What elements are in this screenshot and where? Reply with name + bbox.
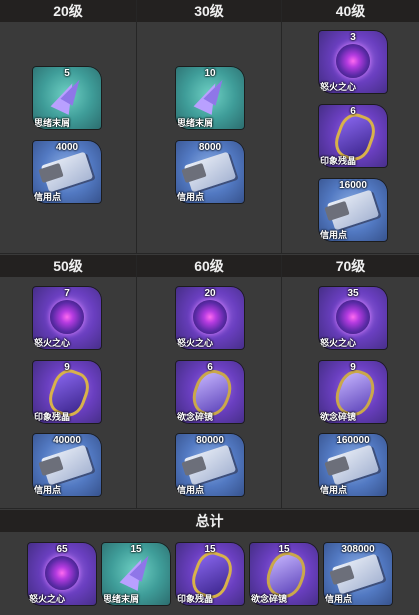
level-header-20: 20级 [0, 0, 136, 22]
orb-icon [193, 300, 227, 334]
item-heart-of-rage: 35 怒火之心 [318, 286, 388, 350]
item-credits: 40000 信用点 [32, 433, 102, 497]
level-header-50: 50级 [0, 255, 136, 277]
upgrade-materials-panel: { "levels": [ {"label":"20级","items":[{"… [0, 0, 419, 615]
orb-icon [45, 556, 79, 590]
item-impression-crystal: 6 印象残晶 [318, 104, 388, 168]
total-item-impression-crystal: 15 印象残晶 [175, 542, 245, 606]
item-credits: 80000 信用点 [175, 433, 245, 497]
item-credits: 160000 信用点 [318, 433, 388, 497]
item-credits: 8000 信用点 [175, 140, 245, 204]
item-heart-of-rage: 3 怒火之心 [318, 30, 388, 94]
total-item-thought-fragment: 15 思绪末屑 [101, 542, 171, 606]
orb-icon [336, 300, 370, 334]
level-header-40: 40级 [282, 0, 419, 22]
item-heart-of-rage: 7 怒火之心 [32, 286, 102, 350]
level-header-70: 70级 [282, 255, 419, 277]
item-thought-fragment: 10 思绪末屑 [175, 66, 245, 130]
item-impression-crystal: 9 印象残晶 [32, 360, 102, 424]
total-header: 总计 [0, 510, 419, 532]
orb-icon [336, 44, 370, 78]
item-desire-mirror: 6 欲念碎镜 [175, 360, 245, 424]
item-credits: 16000 信用点 [318, 178, 388, 242]
level-header-60: 60级 [137, 255, 281, 277]
total-item-heart-of-rage: 65 怒火之心 [27, 542, 97, 606]
total-item-credits: 308000 信用点 [323, 542, 393, 606]
level-header-30: 30级 [137, 0, 281, 22]
item-heart-of-rage: 20 怒火之心 [175, 286, 245, 350]
total-item-desire-mirror: 15 欲念碎镜 [249, 542, 319, 606]
item-credits: 4000 信用点 [32, 140, 102, 204]
item-thought-fragment: 5 思绪末屑 [32, 66, 102, 130]
orb-icon [50, 300, 84, 334]
item-desire-mirror: 9 欲念碎镜 [318, 360, 388, 424]
